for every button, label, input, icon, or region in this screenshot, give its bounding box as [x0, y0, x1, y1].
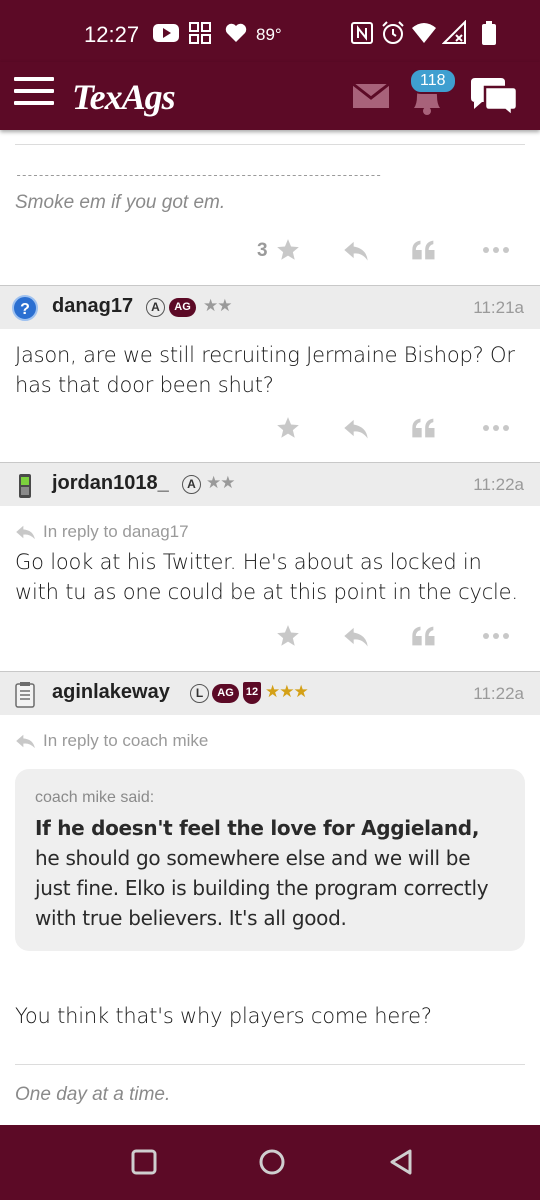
post-actions: [0, 410, 540, 450]
signal-icon: [442, 20, 466, 44]
username[interactable]: danag17: [52, 295, 133, 318]
reply-to-text: In reply to coach mike: [43, 731, 209, 750]
divider: [15, 144, 525, 145]
battery-icon: [482, 21, 496, 45]
signature-separator: ----------------------------------------…: [15, 168, 382, 182]
quote-icon[interactable]: [410, 414, 438, 442]
nfc-icon: [351, 22, 373, 44]
quote-author: coach mike said:: [35, 789, 155, 806]
avatar-phone-icon[interactable]: [12, 472, 38, 500]
post-signature: One day at a time.: [15, 1084, 171, 1105]
post-header: jordan1018_ A ★★ 11:22a: [0, 462, 540, 506]
username[interactable]: jordan1018_: [52, 472, 169, 495]
post-time: 11:22a: [473, 475, 524, 494]
status-temperature: 89°: [256, 25, 282, 44]
more-icon[interactable]: [480, 414, 512, 442]
post-actions: 3: [0, 232, 540, 272]
divider: [15, 1064, 525, 1065]
status-time: 12:27: [84, 22, 140, 47]
badge-ag: AG: [212, 684, 239, 703]
reply-small-icon: [16, 525, 35, 540]
post-signature: Smoke em if you got em.: [15, 192, 226, 213]
chat-icon[interactable]: [468, 74, 520, 118]
circle-nav-icon[interactable]: [257, 1147, 287, 1177]
quoted-post: coach mike said: If he doesn't feel the …: [15, 769, 525, 951]
system-nav-bar: [0, 1125, 540, 1200]
heart-icon: [225, 23, 247, 42]
avatar-notepad-icon[interactable]: [12, 681, 38, 709]
back-nav-icon[interactable]: [386, 1147, 416, 1177]
post-body: Jason, are we still recruiting Jermaine …: [15, 343, 515, 397]
reply-to-link[interactable]: In reply to danag17: [15, 522, 189, 542]
menu-icon[interactable]: [14, 77, 54, 109]
texags-logo[interactable]: TexAgs: [72, 76, 176, 118]
username[interactable]: aginlakeway: [52, 681, 170, 704]
star-count: 3: [257, 240, 268, 261]
reply-icon[interactable]: [342, 236, 370, 264]
badge-12: 12: [243, 682, 261, 704]
thread-content[interactable]: ----------------------------------------…: [0, 130, 540, 1125]
quote-rest-text: he should go somewhere else and we will …: [35, 846, 489, 930]
more-icon[interactable]: [480, 622, 512, 650]
star-icon[interactable]: [275, 236, 301, 264]
wifi-icon: [412, 23, 436, 43]
badge-ag: AG: [169, 298, 196, 317]
quote-icon[interactable]: [410, 236, 438, 264]
quote-text: If he doesn't feel the love for Aggielan…: [35, 813, 505, 933]
avatar-question-icon[interactable]: ?: [12, 295, 38, 321]
mail-icon[interactable]: [352, 80, 390, 110]
alarm-icon: [382, 21, 404, 44]
youtube-icon: [153, 24, 179, 42]
reply-icon[interactable]: [342, 622, 370, 650]
post-actions: [0, 618, 540, 658]
reply-icon[interactable]: [342, 414, 370, 442]
app-header: TexAgs 118: [0, 62, 540, 130]
post-header: ? danag17 A AG ★★ 11:21a: [0, 285, 540, 329]
star-icon[interactable]: [275, 414, 301, 442]
reply-small-icon: [16, 734, 35, 749]
reply-to-text: In reply to danag17: [43, 522, 189, 541]
post-header: aginlakeway L AG 12 ★★★ 11:22a: [0, 671, 540, 715]
grid-icon: [189, 22, 211, 44]
square-nav-icon[interactable]: [129, 1147, 159, 1177]
status-bar: 12:27 89°: [0, 0, 540, 62]
quote-icon[interactable]: [410, 622, 438, 650]
badge-a: A: [182, 475, 201, 494]
user-stars: ★★: [206, 473, 236, 493]
notification-badge[interactable]: 118: [409, 68, 457, 94]
quote-bold-text: If he doesn't feel the love for Aggielan…: [35, 816, 480, 840]
badge-l: L: [190, 684, 209, 703]
star-icon[interactable]: [275, 622, 301, 650]
post-body: Go look at his Twitter. He's about as lo…: [15, 550, 518, 604]
post-body: You think that's why players come here?: [15, 1004, 432, 1028]
more-icon[interactable]: [480, 236, 512, 264]
badge-a: A: [146, 298, 165, 317]
svg-text:?: ?: [20, 301, 30, 318]
user-stars: ★★: [203, 296, 233, 316]
post-time: 11:22a: [473, 684, 524, 703]
reply-to-link[interactable]: In reply to coach mike: [15, 731, 208, 751]
user-stars: ★★★: [265, 682, 309, 702]
post-time: 11:21a: [473, 298, 524, 317]
